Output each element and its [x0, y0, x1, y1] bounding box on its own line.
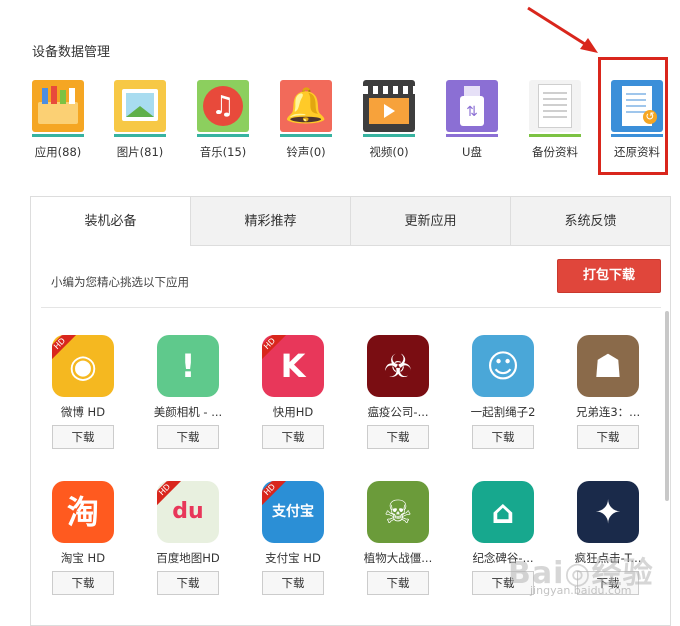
- app-name: 淘宝 HD: [60, 551, 106, 565]
- tab-bar: 装机必备 精彩推荐 更新应用 系统反馈: [31, 197, 670, 246]
- app-item[interactable]: ◉ HD 微博 HD 下载: [33, 335, 133, 449]
- apps-icon: [32, 80, 84, 132]
- download-button[interactable]: 下载: [472, 425, 534, 449]
- tap-titans-icon[interactable]: ✦: [577, 481, 639, 543]
- tab-updates[interactable]: 更新应用: [350, 197, 510, 246]
- app-name: 美颜相机 - ...: [153, 405, 223, 419]
- section-title: 设备数据管理: [32, 45, 111, 60]
- app-item[interactable]: ☠ 植物大战僵... 下载: [348, 481, 448, 595]
- app-glyph: ☠: [383, 493, 413, 531]
- cut-the-rope-icon[interactable]: ☺: [472, 335, 534, 397]
- plants-zombies-icon[interactable]: ☠: [367, 481, 429, 543]
- app-item[interactable]: 淘淘宝 HD 下载: [33, 481, 133, 595]
- app-name: 兄弟连3：...: [575, 405, 641, 419]
- download-button[interactable]: 下载: [577, 425, 639, 449]
- category-label: 视频(0): [369, 145, 409, 159]
- watermark-url: jingyan.baidu.com: [530, 584, 632, 597]
- pack-download-button[interactable]: 打包下载: [557, 259, 661, 293]
- app-item[interactable]: ! 美颜相机 - ... 下载: [138, 335, 238, 449]
- app-glyph: ☺: [486, 347, 520, 385]
- tab-essentials[interactable]: 装机必备: [31, 197, 190, 246]
- category-music[interactable]: ♫ 音乐(15): [193, 80, 253, 160]
- download-button[interactable]: 下载: [367, 425, 429, 449]
- app-glyph: 淘: [66, 493, 99, 531]
- category-label: 图片(81): [116, 145, 164, 159]
- music-icon: ♫: [197, 80, 249, 132]
- category-backup[interactable]: 备份资料: [525, 80, 585, 160]
- app-glyph: ☣: [383, 347, 413, 385]
- backup-icon: [529, 80, 581, 132]
- category-videos[interactable]: 视频(0): [359, 80, 419, 160]
- weibo-icon[interactable]: ◉ HD: [52, 335, 114, 397]
- category-label: U盘: [462, 145, 482, 159]
- app-glyph: !: [180, 347, 196, 385]
- app-item[interactable]: ☺ 一起割绳子2 下载: [453, 335, 553, 449]
- app-name: 快用HD: [272, 405, 314, 419]
- category-apps[interactable]: 应用(88): [28, 80, 88, 160]
- bell-icon: 🔔: [280, 80, 332, 132]
- app-glyph: ⌂: [491, 493, 515, 531]
- download-button[interactable]: 下载: [157, 425, 219, 449]
- alipay-icon[interactable]: 支付宝 HD: [262, 481, 324, 543]
- download-button[interactable]: 下载: [262, 425, 324, 449]
- category-udisk[interactable]: ⇅ U盘: [442, 80, 502, 160]
- meiyan-camera-icon[interactable]: !: [157, 335, 219, 397]
- scrollbar[interactable]: [665, 311, 669, 501]
- app-item[interactable]: 支付宝 HD 支付宝 HD 下载: [243, 481, 343, 595]
- kuaiyong-icon[interactable]: K HD: [262, 335, 324, 397]
- app-name: 微博 HD: [60, 405, 106, 419]
- app-glyph: ✦: [594, 493, 622, 531]
- app-name: 一起割绳子2: [470, 405, 536, 419]
- divider: [41, 307, 661, 308]
- download-button[interactable]: 下载: [52, 571, 114, 595]
- app-name: 植物大战僵...: [363, 551, 433, 565]
- app-glyph: ☗: [593, 347, 623, 385]
- monument-valley-icon[interactable]: ⌂: [472, 481, 534, 543]
- tab-feedback[interactable]: 系统反馈: [510, 197, 670, 246]
- app-item[interactable]: ☣ 瘟疫公司-... 下载: [348, 335, 448, 449]
- download-button[interactable]: 下载: [157, 571, 219, 595]
- app-name: 百度地图HD: [156, 551, 220, 565]
- intro-text: 小编为您精心挑选以下应用: [51, 275, 189, 289]
- app-name: 支付宝 HD: [265, 551, 321, 565]
- taobao-icon[interactable]: 淘: [52, 481, 114, 543]
- highlight-box: [598, 57, 668, 175]
- category-label: 铃声(0): [286, 145, 326, 159]
- download-button[interactable]: 下载: [52, 425, 114, 449]
- image-icon: [114, 80, 166, 132]
- video-icon: [363, 80, 415, 132]
- category-ringtones[interactable]: 🔔 铃声(0): [276, 80, 336, 160]
- download-button[interactable]: 下载: [367, 571, 429, 595]
- category-images[interactable]: 图片(81): [110, 80, 170, 160]
- app-item[interactable]: ☗ 兄弟连3：... 下载: [558, 335, 658, 449]
- arrow-icon: [527, 6, 598, 53]
- category-label: 应用(88): [34, 145, 82, 159]
- category-label: 音乐(15): [199, 145, 247, 159]
- usb-icon: ⇅: [446, 80, 498, 132]
- brothers-in-arms-icon[interactable]: ☗: [577, 335, 639, 397]
- app-name: 瘟疫公司-...: [367, 405, 429, 419]
- app-item[interactable]: du HD 百度地图HD 下载: [138, 481, 238, 595]
- category-label: 备份资料: [532, 145, 578, 159]
- download-button[interactable]: 下载: [262, 571, 324, 595]
- tab-recommended[interactable]: 精彩推荐: [190, 197, 350, 246]
- baidu-map-icon[interactable]: du HD: [157, 481, 219, 543]
- plague-icon[interactable]: ☣: [367, 335, 429, 397]
- app-item[interactable]: K HD 快用HD 下载: [243, 335, 343, 449]
